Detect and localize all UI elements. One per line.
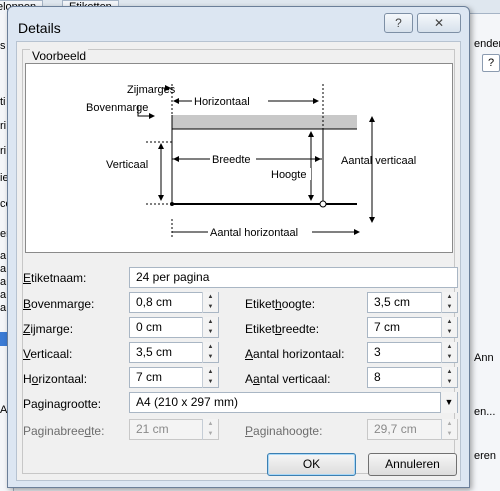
preview-bovenmarge: Bovenmarge bbox=[86, 102, 148, 114]
spin-up-icon: ▲ bbox=[203, 419, 218, 429]
background-fragment: a bbox=[0, 250, 7, 262]
paginahoogte-label: Paginahoogte: bbox=[245, 424, 323, 438]
paginabreedte-stepper: ▲ ▼ bbox=[202, 419, 218, 440]
etiketbreedte-stepper[interactable]: ▲ ▼ bbox=[441, 317, 457, 338]
etikethoogte-label: Etikethoogte: bbox=[245, 297, 316, 311]
preview-diagram: Horizontaal Zijmarges Bovenmarge Vertica… bbox=[86, 84, 416, 239]
margin-band bbox=[172, 115, 357, 129]
horizontaal-stepper[interactable]: ▲ ▼ bbox=[202, 367, 218, 388]
label-preview: Horizontaal Zijmarges Bovenmarge Vertica… bbox=[25, 63, 453, 253]
spin-up-icon[interactable]: ▲ bbox=[442, 342, 457, 352]
paginagrootte-value: A4 (210 x 297 mm) bbox=[136, 395, 239, 409]
etiketbreedte-label: Etiketbreedte: bbox=[245, 322, 320, 336]
paginabreedte-label: Paginabreedte: bbox=[23, 424, 105, 438]
ok-button[interactable]: OK bbox=[267, 453, 356, 476]
spin-down-icon[interactable]: ▼ bbox=[442, 302, 457, 312]
spin-up-icon[interactable]: ▲ bbox=[442, 367, 457, 377]
details-dialog: Details ? ✕ Voorbeeld Horizontaal Zijmar… bbox=[7, 6, 470, 488]
spin-down-icon[interactable]: ▼ bbox=[203, 302, 218, 312]
background-fragment[interactable]: Ann bbox=[474, 352, 494, 364]
background-fragment: a bbox=[0, 289, 7, 301]
verticaal-stepper[interactable]: ▲ ▼ bbox=[202, 342, 218, 363]
aantal-verticaal-stepper[interactable]: ▲ ▼ bbox=[441, 367, 457, 388]
background-fragment[interactable]: en... bbox=[474, 406, 495, 418]
dialog-title: Details bbox=[18, 20, 61, 36]
background-fragment: ti bbox=[0, 96, 6, 108]
spin-down-icon[interactable]: ▼ bbox=[203, 377, 218, 387]
spin-up-icon[interactable]: ▲ bbox=[203, 342, 218, 352]
background-right-panel: ender ? Ann en... eren bbox=[470, 14, 500, 491]
verticaal-label: Verticaal: bbox=[23, 347, 73, 361]
etiketnaam-label: Etiketnaam: bbox=[23, 271, 87, 285]
aantal-verticaal-label: Aantal verticaal: bbox=[245, 372, 331, 386]
background-fragment: s bbox=[0, 40, 6, 52]
background-fragment: a bbox=[0, 302, 7, 314]
spin-up-icon[interactable]: ▲ bbox=[442, 317, 457, 327]
spin-down-icon[interactable]: ▼ bbox=[203, 352, 218, 362]
close-icon: ✕ bbox=[433, 16, 445, 30]
etikethoogte-stepper[interactable]: ▲ ▼ bbox=[441, 292, 457, 313]
paginagrootte-label: Paginagrootte: bbox=[23, 397, 102, 411]
spin-down-icon[interactable]: ▼ bbox=[442, 327, 457, 337]
etiketnaam-field[interactable]: 24 per pagina bbox=[129, 267, 458, 288]
background-fragment: ri bbox=[0, 120, 7, 132]
horizontaal-label: Horizontaal: bbox=[23, 372, 88, 386]
corner-marker bbox=[319, 200, 327, 208]
aantal-horizontaal-stepper[interactable]: ▲ ▼ bbox=[441, 342, 457, 363]
spin-up-icon[interactable]: ▲ bbox=[442, 292, 457, 302]
close-button[interactable]: ✕ bbox=[417, 13, 461, 33]
cancel-button[interactable]: Annuleren bbox=[368, 453, 457, 476]
paginagrootte-select[interactable]: A4 (210 x 297 mm) bbox=[129, 392, 458, 413]
spin-down-icon[interactable]: ▼ bbox=[203, 327, 218, 337]
zijmarge-label: Zijmarge: bbox=[23, 322, 74, 336]
dialog-titlebar[interactable]: Details ? ✕ bbox=[8, 7, 469, 41]
background-fragment[interactable]: eren bbox=[474, 450, 496, 462]
preview-verticaal: Verticaal bbox=[106, 159, 148, 171]
preview-hoogte: Hoogte bbox=[271, 169, 306, 181]
chevron-down-icon[interactable]: ▼ bbox=[440, 392, 457, 413]
preview-horizontaal: Horizontaal bbox=[194, 96, 250, 108]
bovenmarge-label: Bovenmarge: bbox=[23, 297, 95, 311]
preview-aantal-horizontaal: Aantal horizontaal bbox=[210, 227, 298, 239]
help-icon: ? bbox=[395, 16, 402, 30]
preview-breedte: Breedte bbox=[212, 154, 251, 166]
group-title: Voorbeeld bbox=[30, 49, 89, 63]
spin-down-icon[interactable]: ▼ bbox=[442, 377, 457, 387]
paginahoogte-stepper: ▲ ▼ bbox=[441, 419, 457, 440]
spin-up-icon[interactable]: ▲ bbox=[203, 367, 218, 377]
bovenmarge-stepper[interactable]: ▲ ▼ bbox=[202, 292, 218, 313]
spin-up-icon[interactable]: ▲ bbox=[203, 317, 218, 327]
zijmarge-stepper[interactable]: ▲ ▼ bbox=[202, 317, 218, 338]
background-fragment: a bbox=[0, 276, 7, 288]
background-fragment: ri bbox=[0, 145, 7, 157]
spin-down-icon[interactable]: ▼ bbox=[442, 352, 457, 362]
background-fragment: a bbox=[0, 263, 7, 275]
spin-up-icon: ▲ bbox=[442, 419, 457, 429]
preview-aantal-verticaal: Aantal verticaal bbox=[341, 155, 416, 167]
spin-up-icon[interactable]: ▲ bbox=[203, 292, 218, 302]
background-fragment: ender bbox=[474, 38, 500, 50]
spin-down-icon: ▼ bbox=[442, 429, 457, 439]
spin-down-icon: ▼ bbox=[203, 429, 218, 439]
preview-zijmarges: Zijmarges bbox=[127, 84, 176, 96]
background-help-button[interactable]: ? bbox=[482, 54, 500, 72]
aantal-horizontaal-label: Aantal horizontaal: bbox=[245, 347, 345, 361]
help-button[interactable]: ? bbox=[384, 13, 413, 33]
